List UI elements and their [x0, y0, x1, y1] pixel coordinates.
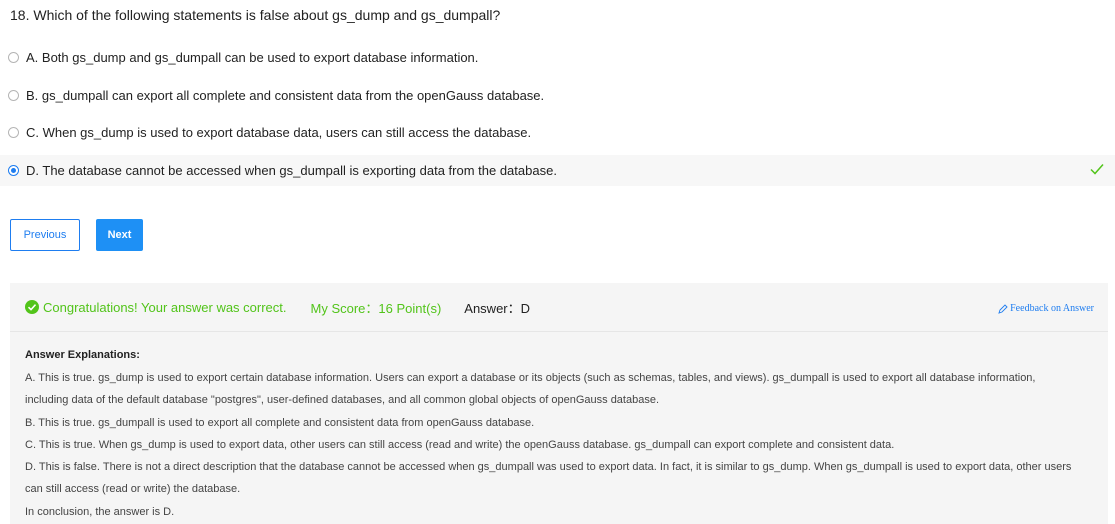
explanation-line: A. This is true. gs_dump is used to expo… [25, 372, 1036, 384]
explanation-title: Answer Explanations: [25, 349, 140, 361]
feedback-label: Feedback on Answer [1010, 303, 1094, 314]
radio-a[interactable] [8, 52, 19, 63]
correct-answer: Answer：D [464, 300, 531, 316]
previous-button[interactable]: Previous [10, 219, 80, 251]
explanation-line: can still access (read or write) the dat… [25, 483, 241, 496]
option-d[interactable]: D. The database cannot be accessed when … [0, 155, 1115, 186]
radio-d[interactable] [8, 165, 19, 176]
option-d-label: D. The database cannot be accessed when … [26, 163, 557, 178]
explanation-line: including data of the default database "… [25, 394, 660, 407]
question-text: 18. Which of the following statements is… [10, 7, 501, 23]
checkmark-icon [1090, 164, 1104, 175]
explanation-line: D. This is false. There is not a direct … [25, 461, 1072, 474]
option-a[interactable]: A. Both gs_dump and gs_dumpall can be us… [0, 42, 1115, 73]
next-button[interactable]: Next [96, 219, 143, 251]
option-c-label: C. When gs_dump is used to export databa… [26, 125, 532, 140]
explanation-body: A. This is true. gs_dump is used to expo… [25, 367, 1100, 523]
option-c[interactable]: C. When gs_dump is used to export databa… [0, 117, 1115, 148]
option-b-label: B. gs_dumpall can export all complete an… [26, 88, 545, 103]
option-a-label: A. Both gs_dump and gs_dumpall can be us… [26, 50, 479, 65]
result-panel: Congratulations! Your answer was correct… [10, 283, 1108, 524]
feedback-link[interactable]: Feedback on Answer [998, 303, 1094, 314]
radio-c[interactable] [8, 127, 19, 138]
explanation-line: C. This is true. When gs_dump is used to… [25, 438, 895, 451]
explanation-line: B. This is true. gs_dumpall is used to e… [25, 416, 535, 429]
my-score: My Score：16 Point(s) [310, 300, 442, 316]
option-b[interactable]: B. gs_dumpall can export all complete an… [0, 80, 1115, 111]
radio-b[interactable] [8, 90, 19, 101]
edit-icon [998, 303, 1008, 314]
explanation-line: In conclusion, the answer is D. [25, 505, 175, 518]
result-header: Congratulations! Your answer was correct… [10, 283, 1108, 332]
check-circle-icon [25, 300, 39, 314]
congrats-message: Congratulations! Your answer was correct… [43, 299, 287, 315]
